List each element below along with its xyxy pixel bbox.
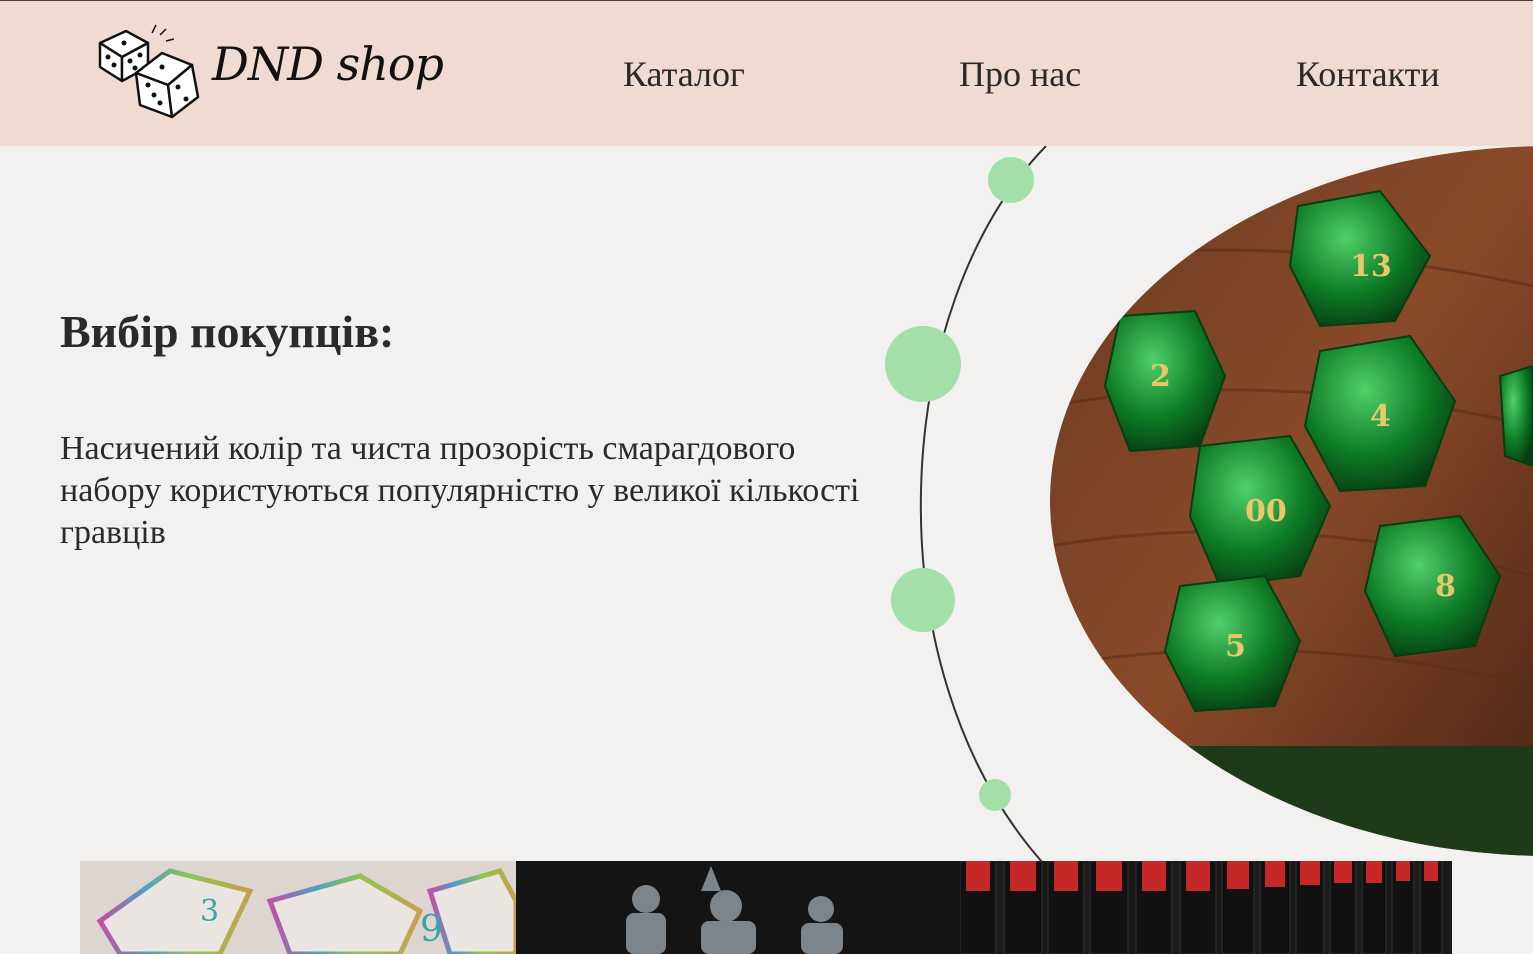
gallery-item-books[interactable] [960, 861, 1452, 954]
hero-title: Вибір покупців: [60, 306, 395, 357]
rainbow-metal-dice-photo: 3 9 [80, 861, 516, 954]
gallery-item-miniatures[interactable] [516, 861, 960, 954]
nav-catalog[interactable]: Каталог [623, 53, 745, 95]
logo[interactable]: DND shop [96, 23, 444, 125]
site-header: DND shop Каталог Про нас Контакти [0, 0, 1533, 146]
svg-text:5: 5 [1225, 629, 1246, 664]
decor-circle [891, 568, 955, 632]
miniature-figures-photo [516, 861, 960, 954]
nav-about[interactable]: Про нас [959, 53, 1081, 95]
nav-contacts[interactable]: Контакти [1296, 53, 1440, 95]
logo-text: DND shop [212, 37, 444, 91]
green-dice-photo: 13 4 00 8 5 2 [1050, 146, 1533, 856]
rulebooks-shelf-photo [960, 861, 1452, 954]
svg-text:4: 4 [1370, 399, 1391, 434]
decor-circle [988, 157, 1034, 203]
svg-text:00: 00 [1245, 494, 1287, 529]
svg-text:13: 13 [1350, 249, 1392, 284]
svg-text:9: 9 [420, 909, 443, 950]
svg-text:8: 8 [1435, 569, 1456, 604]
svg-text:2: 2 [1150, 359, 1171, 394]
decor-circle [885, 326, 961, 402]
svg-text:3: 3 [200, 894, 219, 929]
dice-icon [98, 24, 200, 119]
gallery-item-dice[interactable]: 3 9 [80, 861, 516, 954]
decor-circle [979, 779, 1011, 811]
hero-description: Насичений колір та чиста прозорість смар… [60, 430, 860, 551]
